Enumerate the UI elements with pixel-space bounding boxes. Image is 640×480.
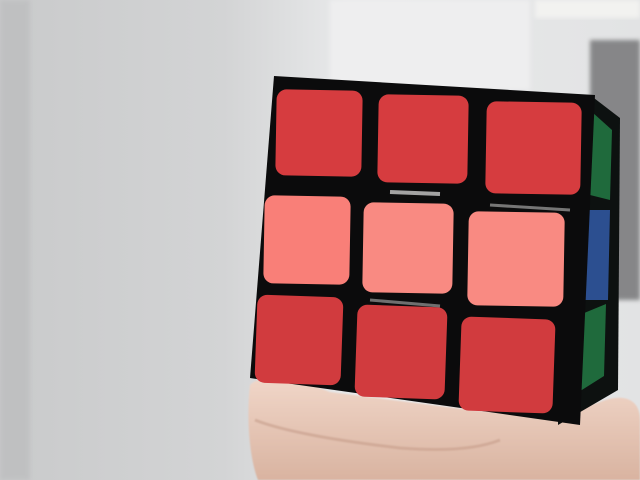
sticker-r2c1 [263,195,351,285]
rubiks-cube [250,76,620,425]
background-left-shadow [0,0,30,480]
sticker-r3c2 [354,304,448,400]
sticker-r2c2 [362,202,454,294]
sticker-r2c3 [467,211,565,307]
photo-canvas [0,0,640,480]
sticker-r3c3 [458,316,556,414]
photo-scene [0,0,640,480]
layer-highlight-top [389,190,441,196]
sticker-r1c2 [377,94,469,184]
background-shelf [535,0,640,18]
sticker-r3c1 [254,294,344,386]
sticker-r1c1 [275,89,363,177]
sticker-r1c3 [485,101,582,195]
background-light-panel [330,0,530,90]
